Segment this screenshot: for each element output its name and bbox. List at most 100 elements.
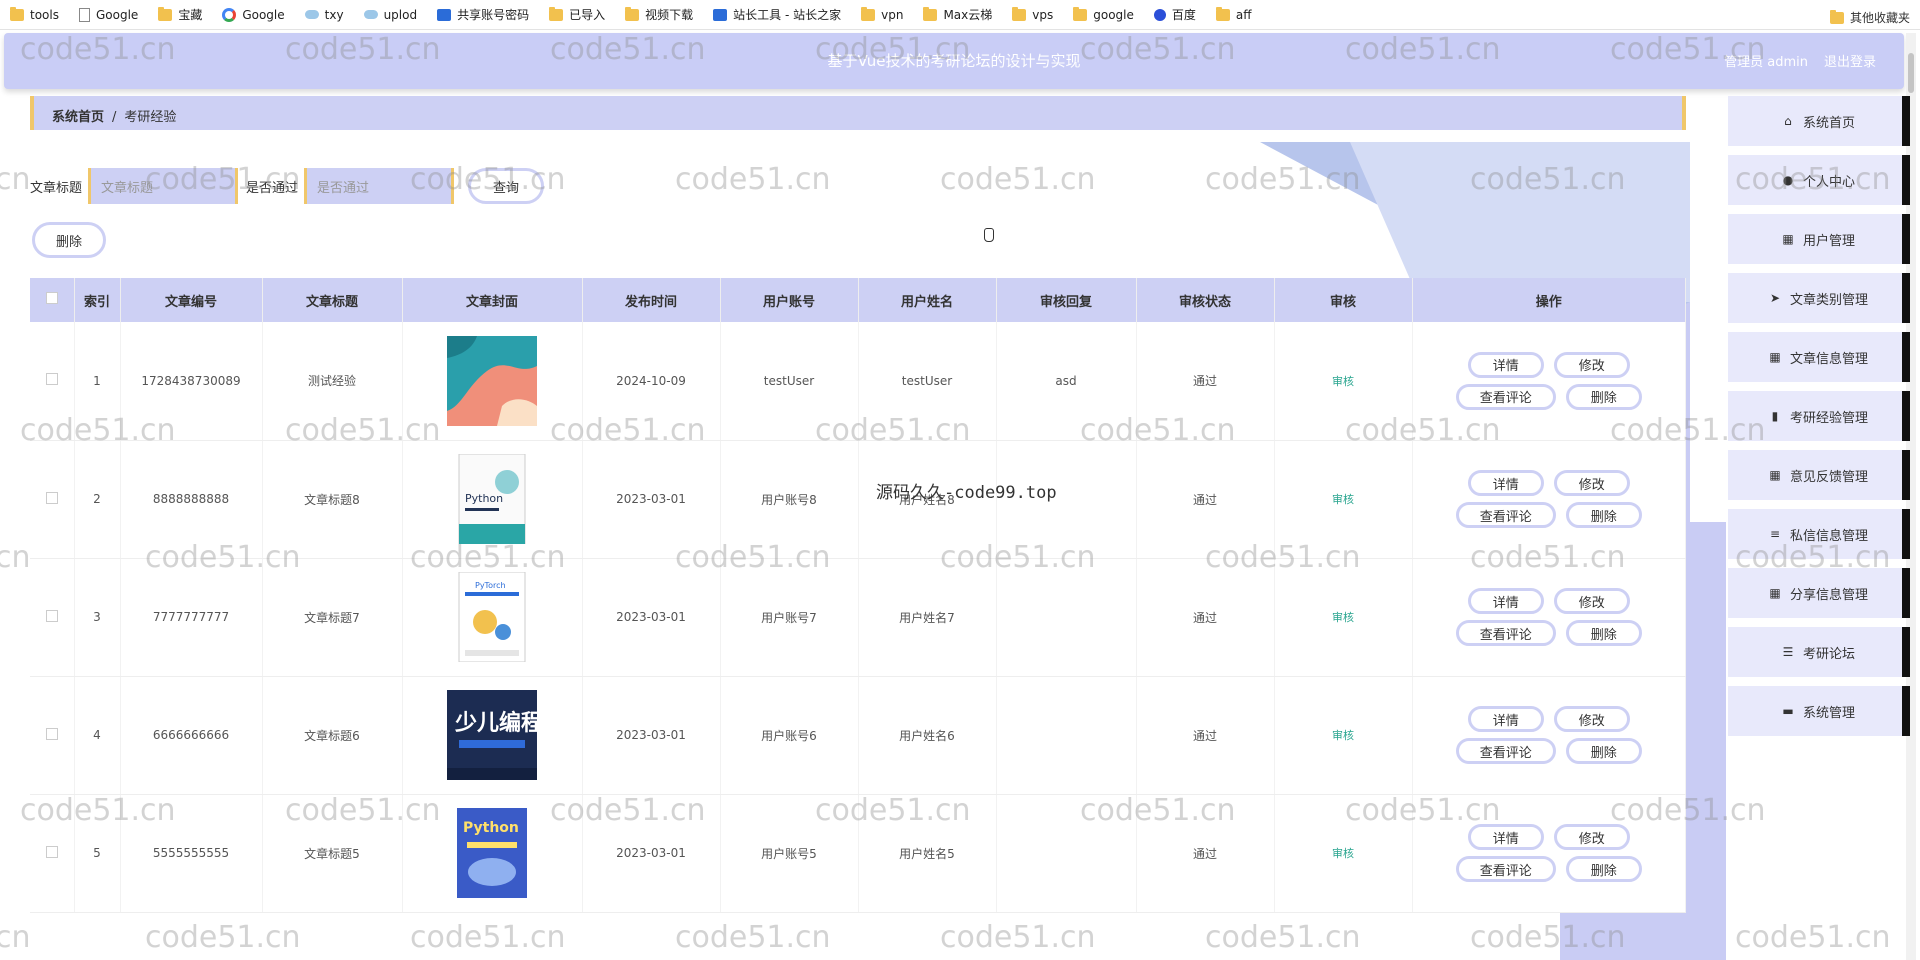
view-comments-button[interactable]: 查看评论 (1455, 856, 1556, 882)
bookmark-item[interactable]: Google (78, 7, 138, 22)
sidebar-item-marker (1902, 450, 1910, 500)
detail-button[interactable]: 详情 (1467, 588, 1544, 614)
sidebar-item[interactable]: ⌂ 系统首页 (1728, 96, 1910, 146)
header-select-all[interactable] (30, 278, 75, 322)
watermark: code51.cn (1735, 920, 1891, 955)
detail-button[interactable]: 详情 (1467, 351, 1544, 378)
audit-link[interactable]: 审核 (1332, 847, 1354, 860)
bookmark-item[interactable]: tools (10, 6, 59, 22)
bookmark-item[interactable]: 站长工具 - 站长之家 (713, 6, 841, 23)
bookmark-item[interactable]: txy (304, 7, 344, 22)
grid-icon: ▦ (1769, 586, 1781, 600)
row-select[interactable] (30, 558, 75, 677)
detail-button[interactable]: 详情 (1467, 470, 1544, 496)
svg-text:少儿编程: 少儿编程 (454, 710, 537, 736)
bookmark-item[interactable]: 宝藏 (158, 6, 202, 23)
select-all-checkbox[interactable] (45, 292, 58, 304)
bookmark-label: 百度 (1171, 8, 1196, 22)
title-cell: 文章标题7 (262, 558, 403, 677)
header-cell: 审核状态 (1136, 278, 1275, 322)
audit-cell: 审核 (1274, 676, 1413, 795)
logout-link[interactable]: 退出登录 (1824, 51, 1876, 70)
delete-row-button[interactable]: 删除 (1565, 620, 1642, 646)
sidebar-item-label: 意见反馈管理 (1789, 469, 1868, 485)
bookmark-item[interactable]: Google (222, 7, 285, 22)
row-select[interactable] (30, 440, 75, 559)
bookmark-item[interactable]: 视频下载 (625, 6, 693, 23)
breadcrumb-home[interactable]: 系统首页 (52, 110, 104, 125)
batch-delete-button[interactable]: 删除 (32, 222, 106, 258)
bookmark-item[interactable]: Max云梯 (923, 6, 992, 23)
row-select[interactable] (30, 322, 75, 441)
edit-button[interactable]: 修改 (1553, 706, 1630, 732)
bookmark-icon (304, 10, 319, 19)
pass-filter-input[interactable]: 是否通过 (304, 168, 455, 204)
bookmark-label: tools (30, 7, 59, 22)
detail-button[interactable]: 详情 (1467, 824, 1544, 850)
bookmark-item[interactable]: vps (1012, 6, 1053, 22)
table-header-row: 索引 文章编号 文章标题 文章封面 发布时间 用户账号 用户姓名 审核回复 审核… (30, 278, 1686, 322)
view-comments-button[interactable]: 查看评论 (1455, 738, 1556, 764)
svg-text:PyTorch: PyTorch (475, 581, 506, 590)
sidebar-item[interactable]: ▦ 分享信息管理 (1728, 568, 1910, 618)
header-cell: 文章标题 (262, 278, 403, 322)
delete-row-button[interactable]: 删除 (1565, 383, 1642, 410)
query-button[interactable]: 查询 (468, 168, 545, 204)
sidebar-item[interactable]: ● 个人中心 (1728, 155, 1910, 205)
sidebar-item[interactable]: ▦ 意见反馈管理 (1728, 450, 1910, 500)
audit-link[interactable]: 审核 (1332, 611, 1354, 624)
row-checkbox[interactable] (45, 727, 58, 740)
edit-button[interactable]: 修改 (1553, 351, 1630, 378)
view-comments-button[interactable]: 查看评论 (1455, 620, 1556, 646)
bookmark-item[interactable]: 已导入 (549, 6, 605, 23)
row-checkbox[interactable] (45, 845, 58, 858)
bookmark-item[interactable]: uplod (363, 8, 417, 22)
delete-row-button[interactable]: 删除 (1565, 738, 1642, 764)
audit-link[interactable]: 审核 (1332, 375, 1354, 388)
bookmark-item[interactable]: 百度 (1153, 6, 1196, 23)
sidebar-item[interactable]: ▦ 用户管理 (1728, 214, 1910, 264)
delete-row-button[interactable]: 删除 (1565, 502, 1642, 528)
bookmark-label: 已导入 (569, 8, 606, 22)
detail-button[interactable]: 详情 (1467, 706, 1544, 732)
sidebar-item[interactable]: ▦ 文章信息管理 (1728, 332, 1910, 382)
sidebar-item[interactable]: ▮ 考研经验管理 (1728, 391, 1910, 441)
sidebar-item[interactable]: ➤ 文章类别管理 (1728, 273, 1910, 323)
row-select[interactable] (30, 676, 75, 795)
audit-link[interactable]: 审核 (1332, 729, 1354, 742)
audit-link[interactable]: 审核 (1332, 493, 1354, 506)
row-checkbox[interactable] (45, 609, 58, 622)
bookmark-item[interactable]: aff (1215, 6, 1252, 22)
row-checkbox[interactable] (45, 373, 58, 386)
other-bookmarks[interactable]: 其他收藏夹 (1829, 9, 1910, 26)
bookmark-label: txy (324, 7, 344, 22)
sidebar-item[interactable]: ☰ 考研论坛 (1728, 627, 1910, 677)
sidebar-item[interactable]: ▬ 系统管理 (1728, 686, 1910, 736)
view-comments-button[interactable]: 查看评论 (1455, 502, 1556, 528)
ops-cell: 详情 修改查看评论 删除 (1412, 676, 1686, 795)
sidebar-item-label: 文章信息管理 (1789, 351, 1868, 367)
bookmark-item[interactable]: 共享账号密码 (437, 6, 529, 23)
row-select[interactable] (30, 794, 75, 913)
title-filter-input[interactable]: 文章标题 (88, 168, 239, 204)
bookmark-item[interactable]: google (1073, 6, 1134, 22)
sidebar-item-label: 考研经验管理 (1789, 410, 1868, 426)
view-comments-button[interactable]: 查看评论 (1455, 383, 1556, 410)
row-checkbox[interactable] (45, 491, 58, 504)
edit-button[interactable]: 修改 (1553, 470, 1630, 496)
folder-icon (1215, 6, 1230, 21)
audit-cell: 审核 (1274, 322, 1413, 441)
bookmark-item[interactable]: vpn (861, 6, 903, 22)
table-row: 1 1728438730089 测试经验 2024-10-09 testUser test… (30, 322, 1686, 441)
sidebar-item[interactable]: ≡ 私信信息管理 (1728, 509, 1910, 559)
scrollbar-thumb[interactable] (1908, 53, 1914, 93)
delete-row-button[interactable]: 删除 (1565, 856, 1642, 882)
folder-icon (923, 6, 938, 21)
bookmark-icon (363, 10, 378, 19)
edit-button[interactable]: 修改 (1553, 824, 1630, 850)
title-cell: 文章标题5 (262, 794, 403, 913)
edit-button[interactable]: 修改 (1553, 588, 1630, 614)
bookmark-label: 视频下载 (645, 8, 694, 22)
status-cell: 通过 (1136, 440, 1275, 559)
header-cell: 文章封面 (402, 278, 583, 322)
